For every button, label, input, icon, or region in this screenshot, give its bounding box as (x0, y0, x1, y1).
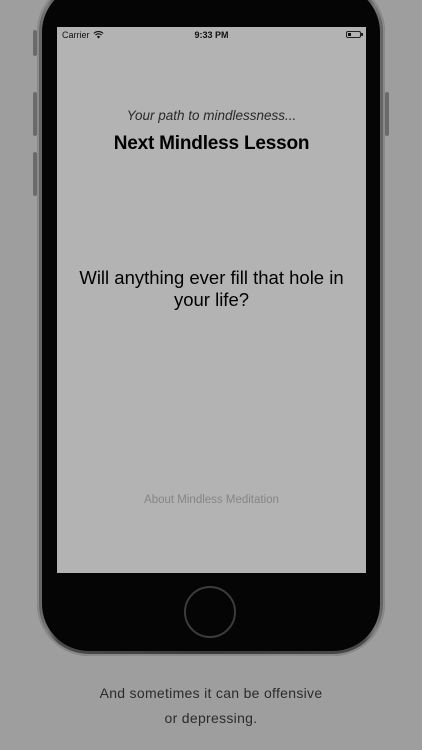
power-button (385, 92, 389, 136)
home-button[interactable] (184, 586, 236, 638)
tagline: Your path to mindlessness... (126, 108, 297, 123)
status-bar: Carrier 9:33 PM (57, 27, 366, 43)
caption-line-1: And sometimes it can be offensive (99, 685, 323, 701)
caption-line-2: or depressing. (164, 710, 258, 726)
lesson-text[interactable]: Will anything ever fill that hole in you… (69, 267, 354, 311)
app-screen: Carrier 9:33 PM Your path to mindlessnes… (57, 27, 366, 573)
caption: And sometimes it can be offensive or dep… (0, 681, 422, 731)
status-time: 9:33 PM (194, 30, 229, 40)
about-link[interactable]: About Mindless Meditation (57, 494, 366, 506)
battery-icon (346, 31, 363, 38)
page-title: Next Mindless Lesson (113, 133, 310, 154)
